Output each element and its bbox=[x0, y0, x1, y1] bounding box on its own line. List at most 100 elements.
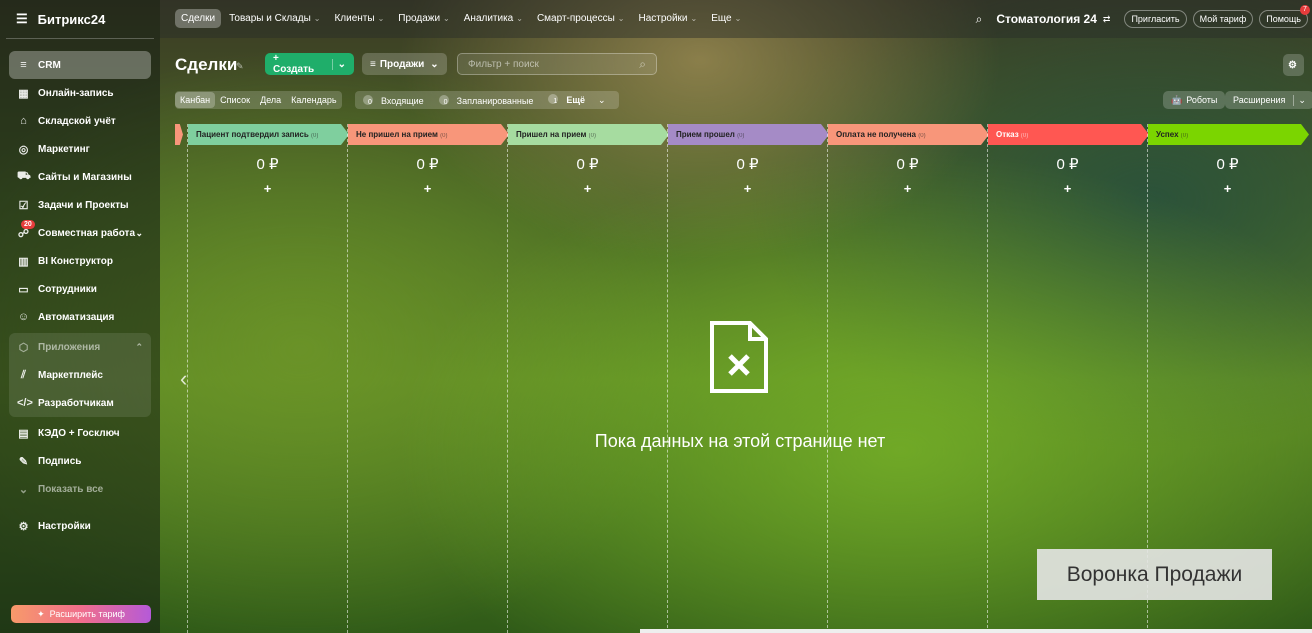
tab-item[interactable]: Продажи ⌄ bbox=[392, 9, 455, 28]
counter-item[interactable]: 0 Входящие bbox=[358, 92, 434, 109]
settings-gear-button[interactable]: ⚙ bbox=[1283, 54, 1304, 76]
help-badge: 7 bbox=[1300, 5, 1310, 15]
id-card-icon: ▭ bbox=[18, 283, 29, 296]
apps-group: ⬡ Приложения ⌃ ⫽ Маркетплейс </> Разработчикам bbox=[9, 333, 151, 417]
divider bbox=[6, 38, 154, 39]
view-tab[interactable]: Календарь bbox=[286, 92, 341, 108]
tariff-button[interactable]: Мой тариф bbox=[1192, 10, 1254, 28]
settings-sliders-icon[interactable]: ⇄ bbox=[1103, 14, 1111, 25]
column-amount: 0 ₽ bbox=[576, 156, 599, 173]
logo[interactable]: ☰ Битрикс24 bbox=[16, 11, 105, 27]
portal-name[interactable]: Стоматология 24 bbox=[996, 12, 1097, 26]
sidebar-item[interactable]: </> Разработчикам bbox=[9, 389, 151, 417]
column-header[interactable]: Пришел на прием (0) bbox=[508, 124, 669, 145]
column-amount: 0 ₽ bbox=[1056, 156, 1079, 173]
robot-icon: 🤖 bbox=[1171, 94, 1183, 105]
robot-icon: ☺ bbox=[17, 311, 30, 323]
sidebar-item[interactable]: ▤ КЭДО + Госключ bbox=[9, 419, 151, 447]
view-tab[interactable]: Список bbox=[215, 92, 255, 108]
column-collapse-marker[interactable] bbox=[175, 124, 183, 145]
counter-badge: 0 bbox=[438, 94, 449, 106]
chevron-down-icon: ⌄ bbox=[377, 14, 385, 23]
sidebar-item[interactable]: ☺ Автоматизация bbox=[9, 303, 151, 331]
robots-button[interactable]: 🤖 Роботы bbox=[1163, 91, 1226, 109]
code-icon: </> bbox=[17, 397, 33, 409]
view-tab[interactable]: Дела bbox=[255, 92, 286, 108]
column-header[interactable]: Оплата не получена (0) bbox=[828, 124, 989, 145]
column-header[interactable]: Отказ (0) bbox=[988, 124, 1149, 145]
invite-button[interactable]: Пригласить bbox=[1124, 10, 1187, 28]
sidebar-item[interactable]: ≡ CRM bbox=[9, 51, 151, 79]
sidebar-item[interactable]: ✎ Подпись bbox=[9, 447, 151, 475]
add-deal-button[interactable]: + bbox=[1148, 181, 1307, 196]
counter-item[interactable]: 1 Ещё ⌄ bbox=[543, 91, 615, 109]
tab-item[interactable]: Аналитика ⌄ bbox=[458, 9, 529, 28]
chevron-down-icon[interactable]: ⌄ bbox=[135, 228, 143, 239]
scroll-left-arrow[interactable]: ‹ bbox=[180, 366, 187, 392]
counter-item[interactable]: 0 Запланированные bbox=[434, 92, 544, 109]
column-header[interactable]: Прием прошел (0) bbox=[668, 124, 829, 145]
sidebar-item[interactable]: ⌂ Складской учёт bbox=[9, 107, 151, 135]
create-button[interactable]: + Создать ⌄ bbox=[265, 53, 354, 75]
sidebar-item[interactable]: ⫽ Маркетплейс bbox=[9, 361, 151, 389]
tab-item[interactable]: Настройки ⌄ bbox=[632, 9, 703, 28]
column-amount: 0 ₽ bbox=[256, 156, 279, 173]
extensions-button[interactable]: Расширения ⌄ bbox=[1225, 91, 1312, 109]
sidebar-item[interactable]: ☑ Задачи и Проекты bbox=[9, 191, 151, 219]
document-sign-icon: ▤ bbox=[18, 427, 29, 440]
tab-item[interactable]: Смарт-процессы ⌄ bbox=[531, 9, 631, 28]
chevron-down-icon: ⌄ bbox=[597, 95, 606, 105]
tab-item[interactable]: Сделки bbox=[175, 9, 222, 28]
pen-icon: ✎ bbox=[18, 455, 29, 468]
chevron-down-icon[interactable]: ⌄ bbox=[331, 58, 346, 70]
chevron-down-icon: ⌄ bbox=[18, 483, 29, 496]
gear-icon: ⚙ bbox=[18, 520, 29, 533]
empty-state-text: Пока данных на этой странице нет bbox=[594, 431, 886, 451]
counter-badge: 1 bbox=[548, 94, 559, 105]
counter-badge: 0 bbox=[363, 94, 373, 106]
view-tab[interactable]: Канбан bbox=[175, 92, 216, 108]
counters: 0 Входящие 0 Запланированные 1 Ещё ⌄ bbox=[355, 91, 619, 109]
column-header[interactable]: Успех (0) bbox=[1148, 124, 1309, 145]
checkbox-icon: ☑ bbox=[18, 199, 29, 212]
column-amount: 0 ₽ bbox=[896, 156, 919, 173]
add-deal-button[interactable]: + bbox=[828, 181, 987, 196]
search-icon[interactable]: ⌕ bbox=[976, 12, 983, 27]
sidebar-nav: ≡ CRM ▦ Онлайн-запись ⌂ Складской учёт ◎ Маркет… bbox=[9, 51, 151, 540]
column-header[interactable]: Не пришел на прием (0) bbox=[348, 124, 509, 145]
sidebar-item[interactable]: ▥ BI Конструктор bbox=[9, 247, 151, 275]
sidebar-item[interactable]: ◎ Маркетинг bbox=[9, 135, 151, 163]
column-amount: 0 ₽ bbox=[416, 156, 439, 173]
sidebar-item[interactable]: ⛟ Сайты и Магазины bbox=[9, 163, 151, 191]
menu-icon[interactable]: ☰ bbox=[16, 11, 28, 27]
funnel-select[interactable]: ≡ Продажи ⌄ bbox=[362, 53, 447, 75]
add-deal-button[interactable]: + bbox=[988, 181, 1147, 196]
add-deal-button[interactable]: + bbox=[508, 181, 667, 196]
chevron-up-icon[interactable]: ⌃ bbox=[135, 342, 143, 353]
chevron-down-icon: ⌄ bbox=[516, 14, 523, 23]
tab-item[interactable]: Еще ⌄ bbox=[705, 9, 747, 28]
sidebar-item[interactable]: ⬡ Приложения ⌃ bbox=[9, 333, 151, 361]
sidebar-item[interactable]: ▦ Онлайн-запись bbox=[9, 79, 151, 107]
kanban-column: Не пришел на прием (0) 0 ₽ + bbox=[347, 124, 507, 633]
search-icon[interactable]: ⌕ bbox=[639, 57, 646, 72]
no-document-icon bbox=[710, 321, 768, 393]
sidebar-item[interactable]: ☍ Совместная работа 20 ⌄ bbox=[9, 219, 151, 247]
view-switcher: Канбан Список Дела Календарь bbox=[175, 91, 342, 109]
page-title: Сделки bbox=[175, 55, 238, 74]
add-deal-button[interactable]: + bbox=[188, 181, 347, 196]
help-button[interactable]: Помощь 7 bbox=[1259, 5, 1310, 28]
add-deal-button[interactable]: + bbox=[348, 181, 507, 196]
add-deal-button[interactable]: + bbox=[668, 181, 827, 196]
chevron-down-icon: ⌄ bbox=[617, 14, 625, 23]
sidebar-item[interactable]: ⚙ Настройки bbox=[9, 512, 151, 540]
tab-item[interactable]: Товары и Склады ⌄ bbox=[223, 9, 326, 28]
upgrade-button[interactable]: ✦ Расширить тариф bbox=[11, 605, 151, 623]
filter-search-input[interactable]: Фильтр + поиск ⌕ bbox=[457, 53, 657, 75]
column-header[interactable]: Пациент подтвердил запись (0) bbox=[188, 124, 349, 145]
sidebar: ☰ Битрикс24 ≡ CRM ▦ Онлайн-запись ⌂ Складской … bbox=[0, 0, 160, 633]
tab-item[interactable]: Клиенты ⌄ bbox=[328, 9, 390, 28]
pin-icon[interactable]: ✎ bbox=[236, 61, 244, 72]
sidebar-item[interactable]: ⌄ Показать все bbox=[9, 475, 151, 503]
sidebar-item[interactable]: ▭ Сотрудники bbox=[9, 275, 151, 303]
